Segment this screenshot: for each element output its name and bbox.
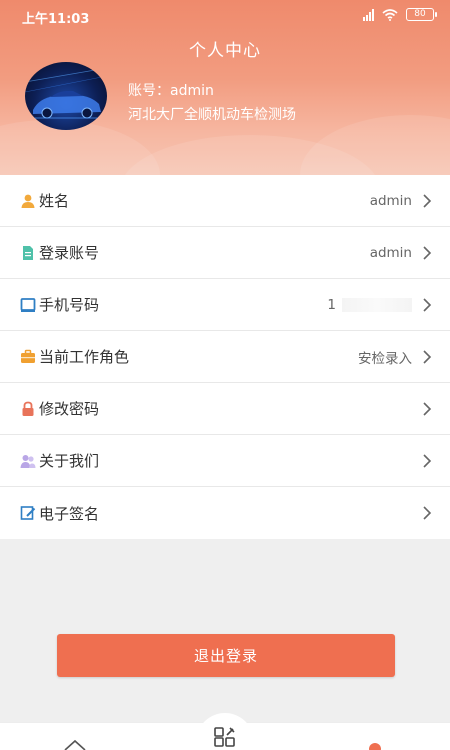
menu-item-phone[interactable]: 手机号码 1 (0, 279, 450, 331)
avatar[interactable] (25, 62, 107, 130)
person-icon (20, 193, 36, 209)
battery-icon: 80 (406, 8, 437, 21)
briefcase-icon (20, 349, 36, 365)
status-time: 上午11:03 (22, 12, 90, 27)
chevron-right-icon (423, 349, 432, 364)
page-title: 个人中心 (189, 41, 261, 61)
menu-item-label: 关于我们 (39, 452, 100, 470)
menu-item-value: 1 (327, 296, 336, 313)
menu-item-label: 修改密码 (39, 400, 100, 418)
home-icon[interactable] (64, 739, 86, 750)
chevron-right-icon (423, 401, 432, 416)
menu-item-e-signature[interactable]: 电子签名 (0, 487, 450, 539)
chevron-right-icon (423, 506, 432, 520)
tab-center-button[interactable] (196, 713, 254, 750)
chevron-right-icon (423, 297, 432, 312)
menu-item-value: 安检录入 (358, 350, 412, 367)
chevron-right-icon (423, 453, 432, 468)
profile-menu: 姓名 admin 登录账号 admin 手机号码 1 当前工作角色 安检录入 修 (0, 175, 450, 539)
menu-item-change-password[interactable]: 修改密码 (0, 383, 450, 435)
menu-item-about-us[interactable]: 关于我们 (0, 435, 450, 487)
grid-tools-icon (214, 727, 235, 747)
tab-mine-icon[interactable] (369, 743, 381, 750)
masked-phone (342, 297, 412, 312)
menu-item-label: 电子签名 (39, 504, 100, 523)
menu-item-label: 姓名 (39, 192, 70, 210)
phone-icon (20, 297, 36, 313)
chevron-right-icon (423, 193, 432, 208)
company-name: 河北大厂全顺机动车检测场 (128, 107, 296, 123)
menu-item-label: 当前工作角色 (39, 348, 130, 366)
wifi-icon (382, 8, 398, 21)
signature-icon (20, 505, 36, 521)
lock-icon (20, 401, 36, 417)
account-text: 账号：admin (128, 83, 214, 99)
cellular-signal-icon (363, 8, 374, 21)
menu-item-name[interactable]: 姓名 admin (0, 175, 450, 227)
menu-item-work-role[interactable]: 当前工作角色 安检录入 (0, 331, 450, 383)
menu-item-login-account[interactable]: 登录账号 admin (0, 227, 450, 279)
menu-item-label: 手机号码 (39, 296, 100, 314)
chevron-right-icon (423, 245, 432, 260)
menu-item-value: admin (369, 192, 412, 209)
logout-button[interactable]: 退出登录 (57, 634, 395, 677)
menu-item-label: 登录账号 (39, 244, 100, 262)
profile-header: 上午11:03 80 个人中心 账号：admin 河北大厂全顺机动车检测场 (0, 0, 450, 175)
car-avatar-image (25, 67, 107, 119)
menu-item-value: admin (369, 244, 412, 261)
bottom-tab-bar (0, 713, 450, 750)
document-icon (20, 245, 36, 261)
status-bar: 上午11:03 80 (0, 0, 450, 32)
people-icon (20, 453, 36, 469)
